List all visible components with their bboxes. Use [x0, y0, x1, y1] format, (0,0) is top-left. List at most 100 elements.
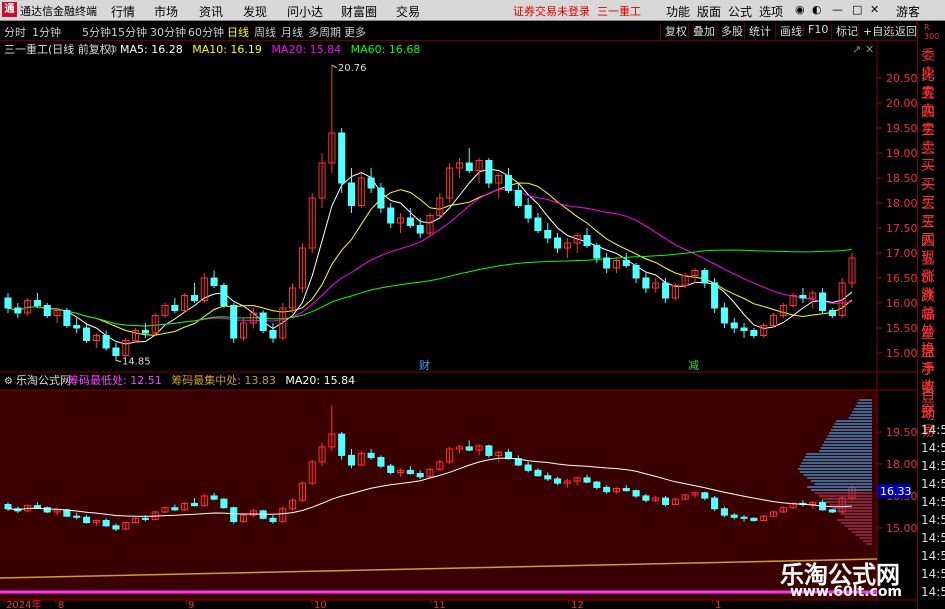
candle-body — [230, 305, 238, 339]
y-axis-ticks: 20.50 20.00 19.50 19.00 18.50 18.00 17.50 17.00… — [877, 72, 917, 360]
candle-body — [141, 330, 149, 334]
sub-candle-body — [220, 498, 228, 509]
candle-body — [377, 187, 385, 209]
sub-candle-body — [465, 446, 473, 451]
tick-time: 14:56 — [921, 477, 945, 491]
y-tick-label: 16.00 — [886, 297, 917, 310]
candle-body — [603, 257, 611, 269]
candle-body — [112, 347, 120, 356]
sub-candle-body — [485, 445, 493, 456]
sub-candle-body — [524, 464, 532, 471]
tick-time: 14:56 — [921, 531, 945, 545]
quote-panel: R 300 委比 卖五 卖四 卖三 卖二 卖一 买一 买二 买三 买四 买五 现价 涨跌 涨幅 总量 外盘 换手… — [917, 21, 945, 609]
high-pointer — [331, 64, 338, 69]
candle-body — [416, 225, 424, 234]
panel-top-badge: R 300 — [924, 23, 940, 41]
candle-body — [632, 265, 640, 279]
low-pointer — [115, 360, 122, 362]
x-tick-label: 8 — [58, 600, 64, 609]
candle-body — [43, 305, 51, 316]
sub-candle-body — [828, 509, 836, 513]
kline-chart[interactable]: 三一重工(日线 前复权) ⚙ MA5: 16.28 MA10: 16.19 MA… — [0, 0, 917, 609]
tick-time: 14:56 — [921, 549, 945, 563]
close-pane-icon[interactable]: ✕ — [865, 43, 874, 56]
sub-y-tick-label: 19.50 — [886, 426, 917, 439]
ma20-line — [7, 188, 853, 327]
sub-candle-body — [642, 495, 650, 501]
sub-candle-body — [750, 517, 758, 521]
x-tick-label: 9 — [188, 600, 194, 609]
candle-body — [504, 175, 513, 191]
tick-time: 14:56 — [921, 513, 945, 527]
sub-settings-icon[interactable]: ⚙ — [4, 376, 13, 387]
candle-body — [102, 335, 110, 349]
watermark-url: www.60lt.com — [790, 584, 903, 600]
candle-body — [642, 277, 650, 289]
main-chart-title: 三一重工(日线 前复权) — [4, 42, 115, 56]
sub-candle-body — [583, 477, 591, 483]
sub-candle-body — [33, 505, 41, 509]
price-tag-text: 16.33 — [880, 485, 912, 498]
sub-y-tick-label: 15.00 — [886, 522, 917, 535]
sub-candle-body — [190, 502, 199, 507]
sub-candle-body — [269, 517, 277, 523]
sub-candle-body — [377, 457, 385, 467]
sub-candle-body — [593, 481, 601, 488]
candle-body — [33, 300, 41, 306]
sub-ma20-label: MA20: 15.84 — [285, 374, 355, 387]
candle-body — [583, 235, 591, 246]
sub-candle-body — [338, 433, 346, 456]
sub-candle-body — [740, 516, 748, 519]
candle-body — [347, 182, 356, 206]
y-tick-label: 20.00 — [886, 97, 917, 110]
x-tick-label: 1 — [715, 600, 721, 609]
y-tick-label: 16.50 — [886, 272, 917, 285]
x-tick-label: 2024年 — [6, 598, 41, 609]
candle-body — [622, 260, 630, 266]
sub-candle-body — [661, 497, 670, 505]
candle-body — [534, 217, 542, 231]
candle-body — [701, 270, 709, 284]
ma10-label: MA10: 16.19 — [192, 43, 262, 56]
sub-candle-body — [730, 514, 738, 518]
candle-body — [819, 292, 827, 311]
sub-candle-body — [534, 469, 542, 477]
chip-concentrated-label: 筹码最集中处: 13.83 — [171, 373, 276, 387]
settings-gear-icon[interactable]: ⚙ — [108, 43, 118, 56]
sub-candle-body — [711, 497, 719, 510]
tick-time: 14:56 — [921, 495, 945, 509]
sub-candle-body — [4, 503, 12, 510]
sub-candle-body — [82, 516, 91, 524]
x-tick-label: 11 — [433, 600, 446, 609]
candle-body — [485, 160, 493, 184]
y-tick-label: 15.50 — [886, 322, 917, 335]
ma20-label: MA20: 15.84 — [271, 43, 341, 56]
candle-body — [661, 282, 670, 299]
financial-report-marker[interactable]: 财 — [419, 358, 430, 372]
candle-body — [514, 190, 522, 206]
candles — [4, 64, 856, 362]
high-price-label: 20.76 — [338, 63, 367, 74]
reduce-holding-marker[interactable]: 减 — [688, 359, 699, 372]
candle-body — [593, 245, 601, 259]
sub-candle-body — [416, 473, 424, 478]
candle-body — [190, 295, 199, 301]
sub-y-tick-label: 18.00 — [886, 458, 917, 471]
candle-body — [750, 330, 758, 336]
candle-body — [367, 177, 375, 189]
y-tick-label: 17.50 — [886, 222, 917, 235]
tick-time: 14:56 — [921, 585, 945, 599]
expand-icon[interactable]: ↗ — [852, 43, 861, 56]
candle-body — [544, 230, 552, 239]
candle-body — [524, 205, 532, 219]
candle-body — [740, 327, 748, 331]
x-tick-label: 12 — [571, 600, 584, 609]
sub-candle-body — [141, 517, 149, 520]
sub-candle-body — [720, 508, 728, 516]
candle-body — [63, 310, 71, 326]
sub-candle-body — [554, 478, 562, 484]
sub-candle-body — [632, 490, 640, 497]
candle-body — [4, 297, 12, 309]
y-tick-label: 20.50 — [886, 72, 917, 85]
sub-candle-body — [367, 452, 375, 459]
